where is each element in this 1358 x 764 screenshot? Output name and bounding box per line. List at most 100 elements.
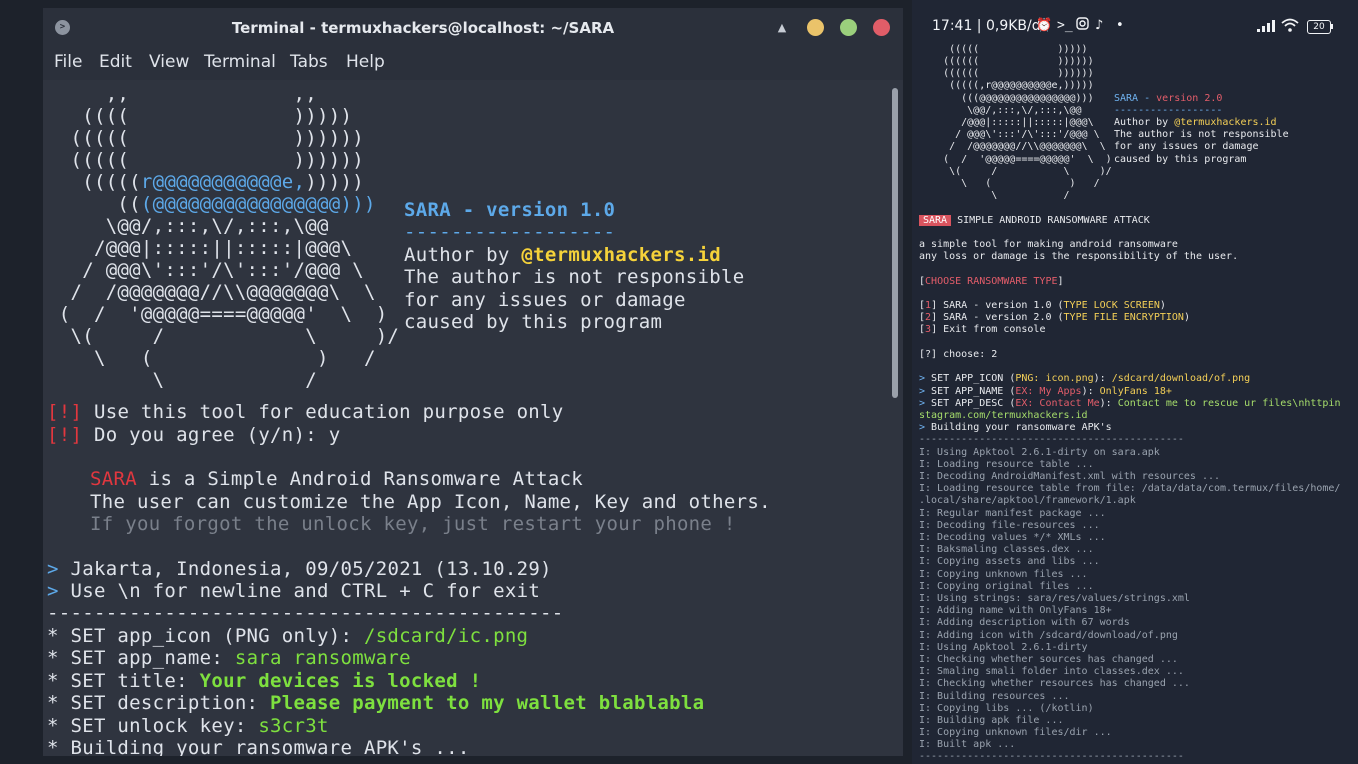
phone-art-line: (((@@@@@@@@@@@@@@@@))) [919, 93, 1094, 104]
log-line: I: Copying libs ... (/kotlin) [919, 703, 1094, 714]
log-line: I: Checking whether resources has change… [919, 678, 1190, 689]
minimize-button[interactable] [807, 19, 824, 36]
log-line: I: Building resources ... [919, 691, 1070, 702]
warning-line: [!] Do you agree (y/n): y [47, 424, 341, 446]
log-line: I: Using Apktool 2.6.1-dirty [919, 642, 1088, 653]
banner-art-line: (((( ))))) [47, 105, 353, 127]
menu-view[interactable]: View [149, 48, 189, 76]
phone-art-line: (((((,r@@@@@@@@@@e,))))) [919, 80, 1094, 91]
log-line: I: Decoding values */* XMLs ... [919, 532, 1106, 543]
sara-header: SARA SIMPLE ANDROID RANSOMWARE ATTACK [919, 215, 1150, 227]
phone-art-line: / @@@\':::'/\':::'/@@@ \ [919, 129, 1100, 140]
menu-terminal[interactable]: Terminal [204, 48, 276, 76]
author-line: Author by @termuxhackers.id [404, 244, 721, 266]
phone-disclaimer: The author is not responsible [1114, 129, 1289, 140]
phone-disclaimer: caused by this program [1114, 154, 1247, 165]
banner-divider: ------------------ [404, 221, 616, 243]
log-line: I: Copying assets and libs ... [919, 556, 1100, 567]
set-line-wrap: stagram.com/termuxhackers.id [919, 410, 1088, 421]
log-line: I: Copying original files ... [919, 581, 1094, 592]
phone-description: a simple tool for making android ransomw… [919, 239, 1178, 250]
menu-tabs[interactable]: Tabs [290, 48, 328, 76]
phone-author-line: Author by @termuxhackers.id [1114, 117, 1277, 128]
log-line: .local/share/apktool/framework/1.apk [919, 495, 1136, 506]
phone-art-line: ((((( ))))) [919, 44, 1088, 55]
setting-line: * SET unlock key: s3cr3t [47, 715, 329, 737]
banner-art-line: /@@@|:::::||:::::|@@@\ [47, 237, 353, 259]
phone-art-line: ( / '@@@@@====@@@@@' \ ) [919, 154, 1112, 165]
set-line: > SET APP_ICON (PNG: icon.png): /sdcard/… [919, 373, 1251, 384]
choose-prompt: [?] choose: 2 [919, 349, 998, 360]
menu-file[interactable]: File [54, 48, 82, 76]
banner-art-line: \@@/,:::,\/,:::,\@@ [47, 215, 329, 237]
option-item[interactable]: [1] SARA - version 1.0 (TYPE LOCK SCREEN… [919, 300, 1166, 312]
phone-separator-bottom: ----------------------------------------… [919, 751, 1184, 762]
menu-bar: File Edit View Terminal Tabs Help [43, 48, 903, 80]
warning-line: [!] Use this tool for education purpose … [47, 401, 564, 423]
set-line: > SET APP_NAME (EX: My Apps): OnlyFans 1… [919, 386, 1172, 397]
banner-art-line: ( / '@@@@@====@@@@@' \ ) [47, 303, 388, 325]
info-line: > Jakarta, Indonesia, 09/05/2021 (13.10.… [47, 558, 552, 580]
scrollbar-thumb[interactable] [892, 88, 898, 398]
dot-icon: • [1116, 18, 1124, 33]
intro-line: The user can customize the App Icon, Nam… [90, 491, 771, 513]
banner-art-line: \ ( ) / [47, 347, 376, 369]
option-item[interactable]: [2] SARA - version 2.0 (TYPE FILE ENCRYP… [919, 312, 1190, 324]
status-time: 17:41 | 0,9KB/d [932, 18, 1041, 34]
phone-art-line: \@@/,:::,\/,:::,\@@ [919, 105, 1082, 116]
setting-line: * SET app_icon (PNG only): /sdcard/ic.pn… [47, 625, 529, 647]
phone-art-line: (((((( )))))) [919, 56, 1094, 67]
phone-art-line: /@@@|:::::||:::::|@@@\ [919, 117, 1094, 128]
phone-art-line: \ ( ) / [919, 178, 1100, 189]
log-line: I: Adding icon with /sdcard/download/of.… [919, 630, 1178, 641]
option-item[interactable]: [3] Exit from console [919, 324, 1045, 336]
banner-art-line: \ / [47, 369, 317, 391]
banner-art-line: / @@@\':::'/\':::'/@@@ \ [47, 259, 364, 281]
close-button[interactable] [873, 19, 890, 36]
alarm-icon: ⏰ [1036, 18, 1053, 33]
log-line: I: Checking whether sources has changed … [919, 654, 1178, 665]
tiktok-icon: ♪ [1095, 18, 1104, 33]
wifi-icon [1281, 18, 1299, 38]
log-line: I: Baksmaling classes.dex ... [919, 544, 1094, 555]
terminal-icon: >_ [1057, 18, 1073, 33]
setting-line: * SET description: Please payment to my … [47, 692, 705, 714]
intro-line: SARA is a Simple Android Ransomware Atta… [90, 468, 584, 490]
battery-tip [1331, 24, 1333, 29]
maximize-button[interactable] [840, 19, 857, 36]
terminal-window: > Terminal - termuxhackers@localhost: ~/… [43, 8, 903, 756]
scrollbar[interactable] [889, 80, 901, 756]
signal-icon [1257, 20, 1275, 38]
menu-edit[interactable]: Edit [99, 48, 132, 76]
log-line: I: Using Apktool 2.6.1-dirty on sara.apk [919, 447, 1160, 458]
banner-art-line: ((((( )))))) [47, 149, 364, 171]
separator: ----------------------------------------… [47, 602, 564, 624]
phone-art-line: (((((( )))))) [919, 68, 1094, 79]
log-line: I: Loading resource table from file: /da… [919, 483, 1341, 494]
log-line: I: Adding description with 67 words [919, 617, 1130, 628]
info-line: > Use \n for newline and CTRL + C for ex… [47, 580, 541, 602]
banner-art-line: \( / \ )/ [47, 325, 400, 347]
phone-banner-divider: ------------------ [1114, 105, 1223, 116]
log-line: I: Loading resource table ... [919, 459, 1094, 470]
instagram-icon [1076, 17, 1089, 36]
terminal-output[interactable]: ,, ,, (((( ))))) ((((( )))))) ((((( ))))… [43, 80, 888, 756]
building-line: * Building your ransomware APK's ... [47, 737, 470, 756]
phone-separator: ----------------------------------------… [919, 434, 1184, 445]
title-bar[interactable]: > Terminal - termuxhackers@localhost: ~/… [43, 8, 903, 48]
battery-icon: 20 [1307, 20, 1331, 34]
roll-up-button[interactable]: ▲ [774, 20, 790, 36]
phone-art-line: \ / [919, 190, 1070, 201]
status-bar: 17:41 | 0,9KB/d ⏰ >_ ♪ • 20 [912, 0, 1358, 40]
banner-art-line: ,, ,, [47, 83, 317, 105]
version-title: SARA - version 1.0 [404, 199, 616, 221]
log-line: I: Decoding file-resources ... [919, 520, 1100, 531]
setting-line: * SET app_name: sara ransomware [47, 647, 411, 669]
banner-art-line: / /@@@@@@@//\\@@@@@@@\ \ [47, 281, 376, 303]
banner-art-line: ((((( )))))) [47, 127, 364, 149]
phone-art-line: / /@@@@@@@//\\@@@@@@@\ \ [919, 141, 1106, 152]
intro-hint: If you forgot the unlock key, just resta… [90, 513, 736, 535]
log-line: I: Copying unknown files/dir ... [919, 727, 1112, 738]
phone-version-title: SARA - version 2.0 [1114, 93, 1223, 104]
menu-help[interactable]: Help [346, 48, 385, 76]
